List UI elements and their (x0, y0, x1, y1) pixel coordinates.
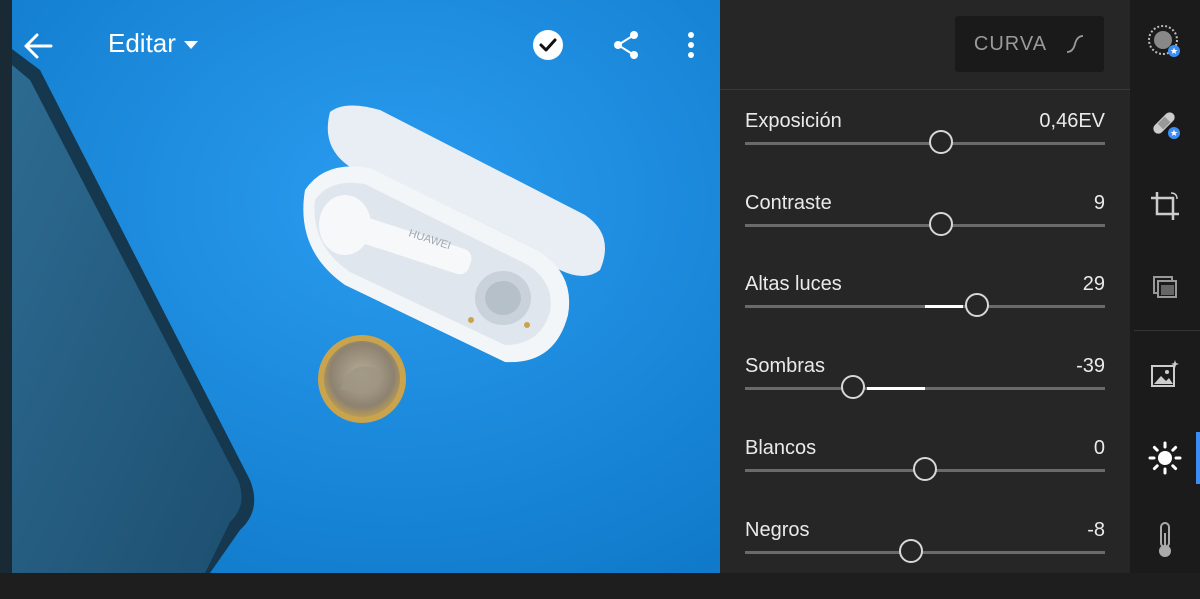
slider-label: Sombras (745, 355, 826, 377)
more-button[interactable] (676, 25, 706, 65)
share-button[interactable] (606, 25, 646, 65)
slider-fill (867, 387, 925, 390)
slider-track[interactable] (745, 224, 1105, 227)
presets-icon (1153, 276, 1177, 298)
more-vertical-icon (688, 32, 694, 58)
slider-label: Altas luces (745, 273, 842, 295)
chevron-down-icon (183, 40, 198, 49)
blacks-slider[interactable]: Negros -8 (745, 519, 1105, 599)
slider-value: 29 (1082, 273, 1105, 295)
selective-edit-tool[interactable] (1145, 22, 1185, 62)
slider-track[interactable] (745, 387, 1105, 390)
slider-track[interactable] (745, 142, 1105, 145)
crop-tool[interactable] (1145, 186, 1185, 226)
photo-image: HUAWEI (0, 0, 720, 573)
color-temperature-icon (1159, 522, 1171, 557)
whites-slider[interactable]: Blancos 0 (745, 437, 1105, 517)
slider-handle[interactable] (965, 293, 990, 317)
active-tool-indicator (1196, 432, 1200, 484)
coin (318, 335, 406, 423)
slider-handle[interactable] (913, 457, 937, 481)
slider-handle[interactable] (929, 212, 954, 236)
photo-canvas[interactable]: HUAWEI Editar (0, 0, 720, 573)
auto-icon (1151, 360, 1179, 387)
healing-icon (1153, 112, 1180, 139)
slider-track[interactable] (745, 551, 1105, 554)
tool-strip (1130, 0, 1200, 573)
light-tool[interactable] (1145, 438, 1185, 478)
curve-icon (1067, 35, 1084, 53)
slider-fill (925, 305, 964, 308)
healing-tool[interactable] (1145, 104, 1185, 144)
slider-handle[interactable] (898, 539, 923, 563)
page-title: Editar (108, 28, 176, 58)
curve-label: CURVA (973, 32, 1048, 55)
arrow-left-icon (24, 33, 53, 59)
slider-value: 0,46EV (1039, 110, 1105, 132)
slider-label: Exposición (745, 110, 842, 132)
check-circle-icon (533, 30, 563, 60)
slider-label: Blancos (745, 437, 817, 459)
share-icon (614, 31, 638, 59)
crop-icon (1151, 192, 1179, 220)
slider-value: -39 (1076, 355, 1105, 377)
slider-label: Negros (745, 519, 810, 541)
slider-handle[interactable] (841, 375, 865, 399)
back-button[interactable] (18, 26, 58, 66)
curve-button[interactable]: CURVA (955, 16, 1104, 72)
slider-handle[interactable] (929, 130, 954, 154)
done-button[interactable] (530, 27, 566, 63)
auto-tool[interactable] (1145, 354, 1185, 394)
divider (720, 89, 1130, 90)
highlights-slider[interactable]: Altas luces 29 (745, 273, 1105, 353)
divider (1134, 330, 1200, 331)
contrast-slider[interactable]: Contraste 9 (745, 192, 1105, 272)
slider-label: Contraste (745, 192, 832, 214)
slider-value: 0 (1093, 437, 1105, 459)
slider-value: -8 (1087, 519, 1105, 541)
presets-tool[interactable] (1145, 268, 1185, 308)
color-tool[interactable] (1145, 520, 1185, 560)
slider-value: 9 (1093, 192, 1105, 214)
light-panel: CURVA Exposición 0,46EV Contraste 9 Alta… (720, 0, 1130, 573)
exposure-slider[interactable]: Exposición 0,46EV (745, 110, 1105, 190)
light-icon (1148, 441, 1182, 475)
edit-mode-dropdown[interactable]: Editar (108, 28, 198, 59)
selective-edit-icon (1148, 25, 1180, 57)
shadows-slider[interactable]: Sombras -39 (745, 355, 1105, 435)
